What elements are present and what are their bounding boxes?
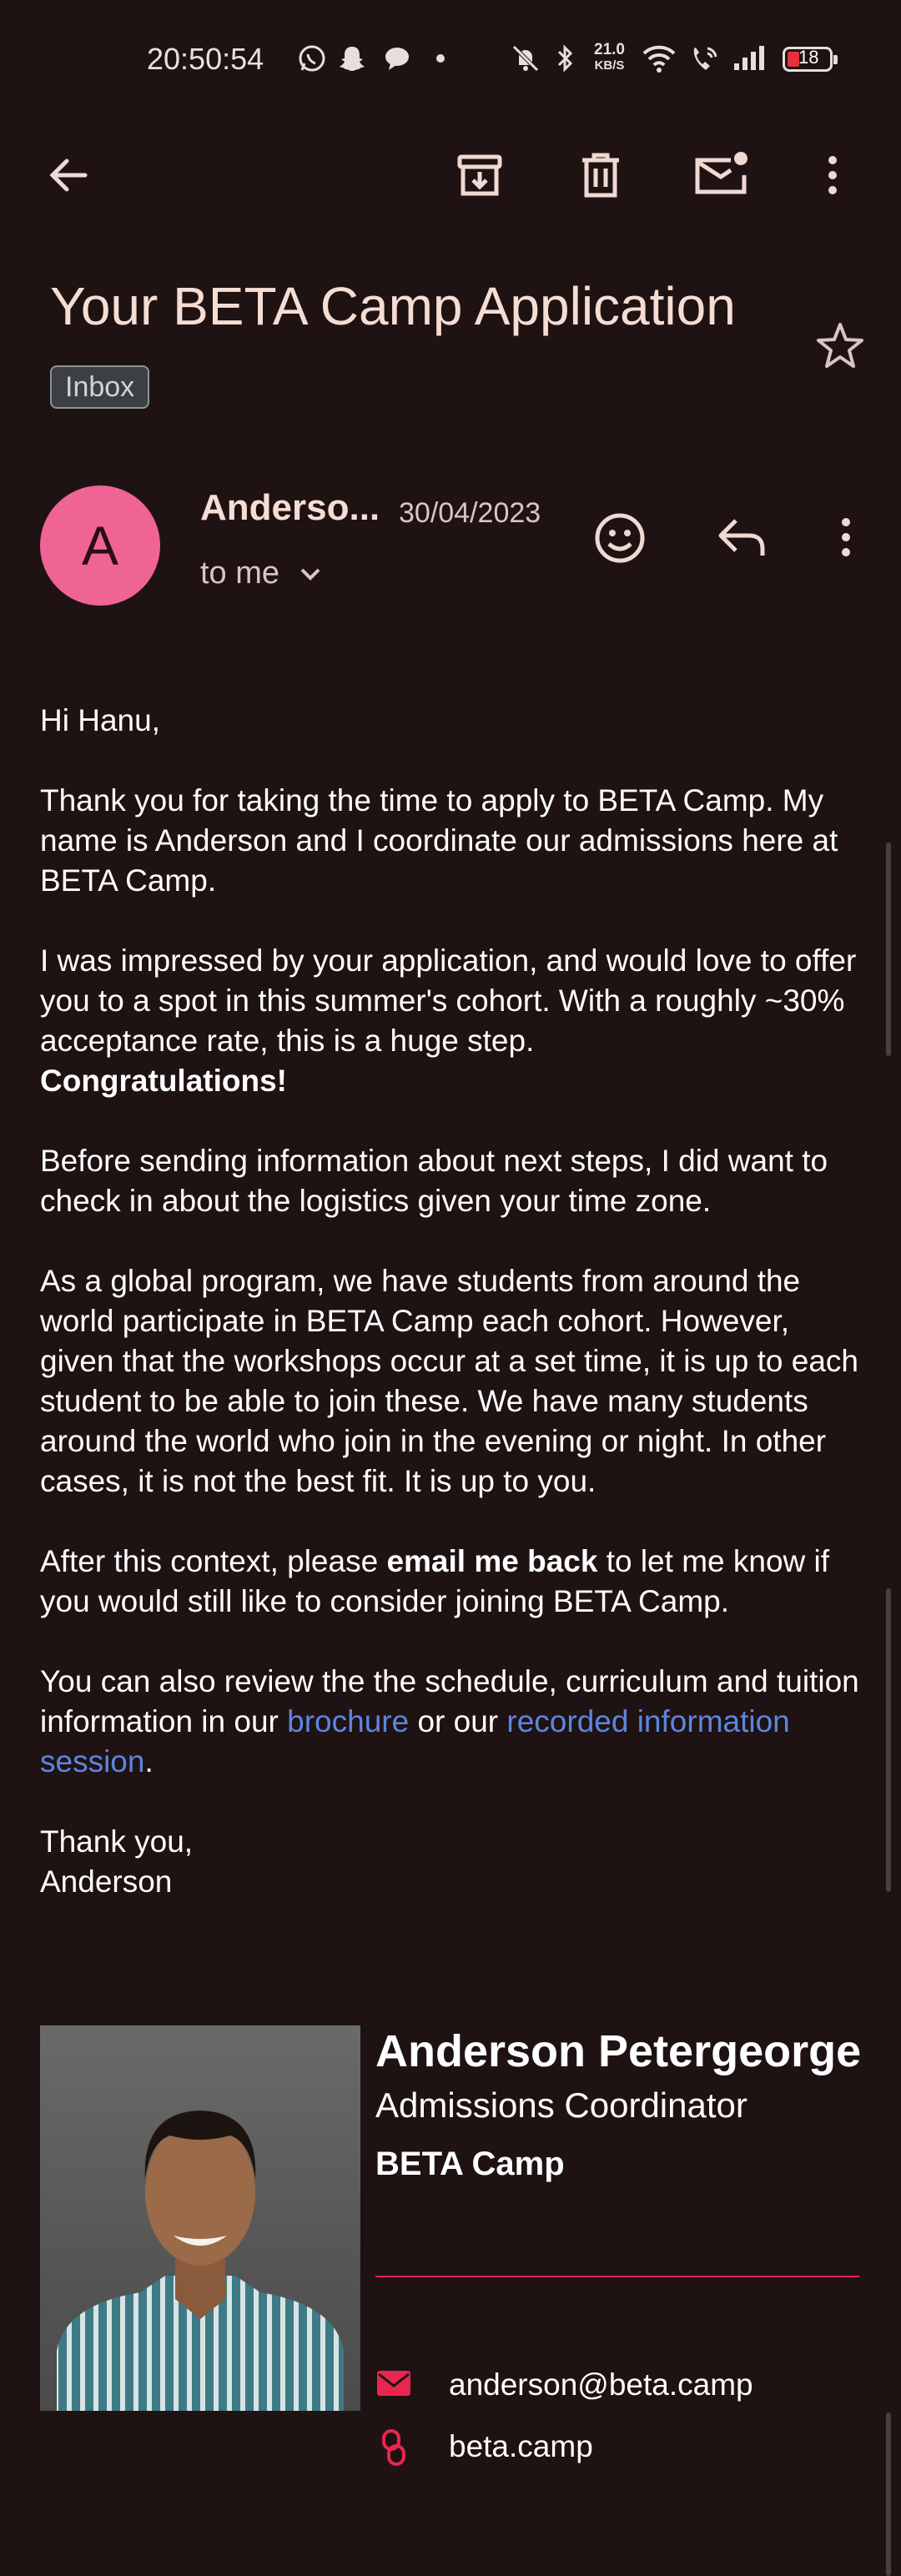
greeting: Hi Hanu,: [40, 703, 160, 737]
mute-icon: [509, 42, 542, 75]
closing-name: Anderson: [40, 1864, 173, 1899]
email-body: Hi Hanu, Thank you for taking the time t…: [40, 701, 866, 1902]
avatar[interactable]: A: [40, 486, 160, 606]
closing: Thank you,: [40, 1824, 194, 1859]
chevron-down-icon: [297, 565, 324, 585]
delete-icon[interactable]: [576, 150, 626, 200]
emoji-react-icon[interactable]: [592, 511, 647, 566]
star-icon[interactable]: [814, 320, 866, 372]
recipient-label: to me: [200, 556, 280, 591]
reply-icon[interactable]: [716, 512, 769, 562]
bluetooth-icon: [551, 42, 581, 75]
email-subject: Your BETA Camp Application: [50, 276, 736, 336]
signature-org: BETA Camp: [375, 2146, 565, 2182]
brochure-link[interactable]: brochure: [287, 1704, 409, 1738]
paragraph-2: I was impressed by your application, and…: [40, 943, 857, 1098]
sender-name[interactable]: Anderso...: [200, 487, 380, 529]
battery-icon: 18: [783, 47, 838, 72]
back-arrow-icon[interactable]: [43, 150, 93, 200]
paragraph-6: You can also review the the schedule, cu…: [40, 1664, 859, 1779]
mark-unread-icon[interactable]: [692, 147, 751, 200]
snapchat-icon: [337, 42, 367, 75]
message-more-vert-icon[interactable]: [829, 512, 863, 562]
status-time: 20:50:54: [147, 42, 264, 76]
paragraph-1: Thank you for taking the time to apply t…: [40, 783, 838, 898]
scrollbar-segment: [886, 2412, 891, 2576]
paragraph-4: As a global program, we have students fr…: [40, 1264, 859, 1498]
dot-icon: [434, 42, 447, 75]
signature-name: Anderson Petergeorge: [375, 2026, 862, 2076]
recipient-details-toggle[interactable]: to me: [200, 556, 324, 591]
status-bar: 20:50:54 21.0 KB/S 18: [0, 0, 901, 125]
congratulations-text: Congratulations!: [40, 1064, 287, 1098]
wifi-icon: [641, 42, 677, 75]
signal-icon: [731, 42, 768, 75]
whatsapp-icon: [297, 42, 327, 75]
archive-icon[interactable]: [455, 150, 505, 200]
paragraph-3: Before sending information about next st…: [40, 1144, 828, 1218]
scrollbar[interactable]: [886, 843, 891, 1056]
paragraph-5: After this context, please email me back…: [40, 1544, 830, 1618]
more-vert-icon[interactable]: [816, 150, 849, 200]
wifi-call-icon: [687, 42, 721, 75]
signature-title: Admissions Coordinator: [375, 2085, 747, 2125]
scrollbar-segment: [886, 1588, 891, 1892]
signature-divider: [375, 2276, 859, 2277]
signature-website[interactable]: beta.camp: [449, 2429, 593, 2464]
network-speed: 21.0 KB/S: [594, 41, 625, 73]
inbox-label-chip[interactable]: Inbox: [50, 365, 150, 409]
signature-photo: [40, 2025, 360, 2411]
signature-email[interactable]: anderson@beta.camp: [449, 2367, 753, 2402]
link-icon: [379, 2429, 409, 2466]
mail-icon: [375, 2367, 412, 2401]
chat-bubble-icon: [382, 42, 412, 75]
email-date: 30/04/2023: [399, 497, 541, 529]
